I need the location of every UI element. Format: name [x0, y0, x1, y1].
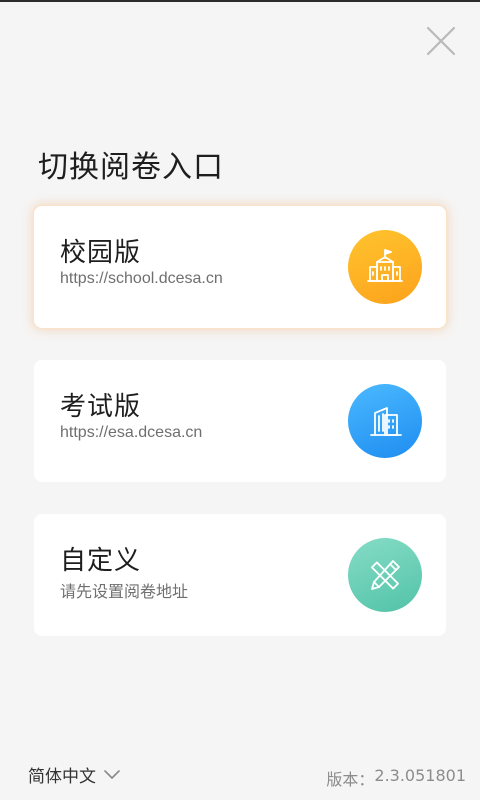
entry-hint: 请先设置阅卷地址 — [60, 584, 189, 601]
close-icon — [426, 26, 456, 56]
entry-card-school[interactable]: 校园版 https://school.dcesa.cn — [34, 206, 446, 328]
language-selector[interactable]: 简体中文 — [28, 762, 120, 787]
close-button[interactable] — [420, 22, 460, 62]
top-status-line — [0, 0, 480, 2]
entry-title: 校园版 — [60, 238, 142, 268]
version-value: 2.3.051801 — [374, 766, 466, 785]
language-label: 简体中文 — [28, 767, 96, 787]
entry-title: 考试版 — [60, 392, 142, 422]
entry-url: https://school.dcesa.cn — [60, 270, 223, 287]
entry-card-exam[interactable]: 考试版 https://esa.dcesa.cn — [34, 360, 446, 482]
school-building-icon — [367, 249, 403, 282]
pencil-ruler-icon — [371, 560, 400, 590]
version-label: 版本： — [326, 770, 375, 789]
version-info: 版本： 2.3.051801 — [326, 766, 466, 790]
entry-title: 自定义 — [60, 546, 142, 576]
entry-icon-badge — [348, 538, 422, 612]
entry-icon-badge — [348, 230, 422, 304]
entry-icon-badge — [348, 384, 422, 458]
entry-url: https://esa.dcesa.cn — [60, 424, 203, 441]
chevron-down-icon — [104, 769, 120, 779]
office-building-icon — [370, 407, 402, 436]
entry-card-custom[interactable]: 自定义 请先设置阅卷地址 — [34, 514, 446, 636]
page-title: 切换阅卷入口 — [38, 150, 224, 185]
